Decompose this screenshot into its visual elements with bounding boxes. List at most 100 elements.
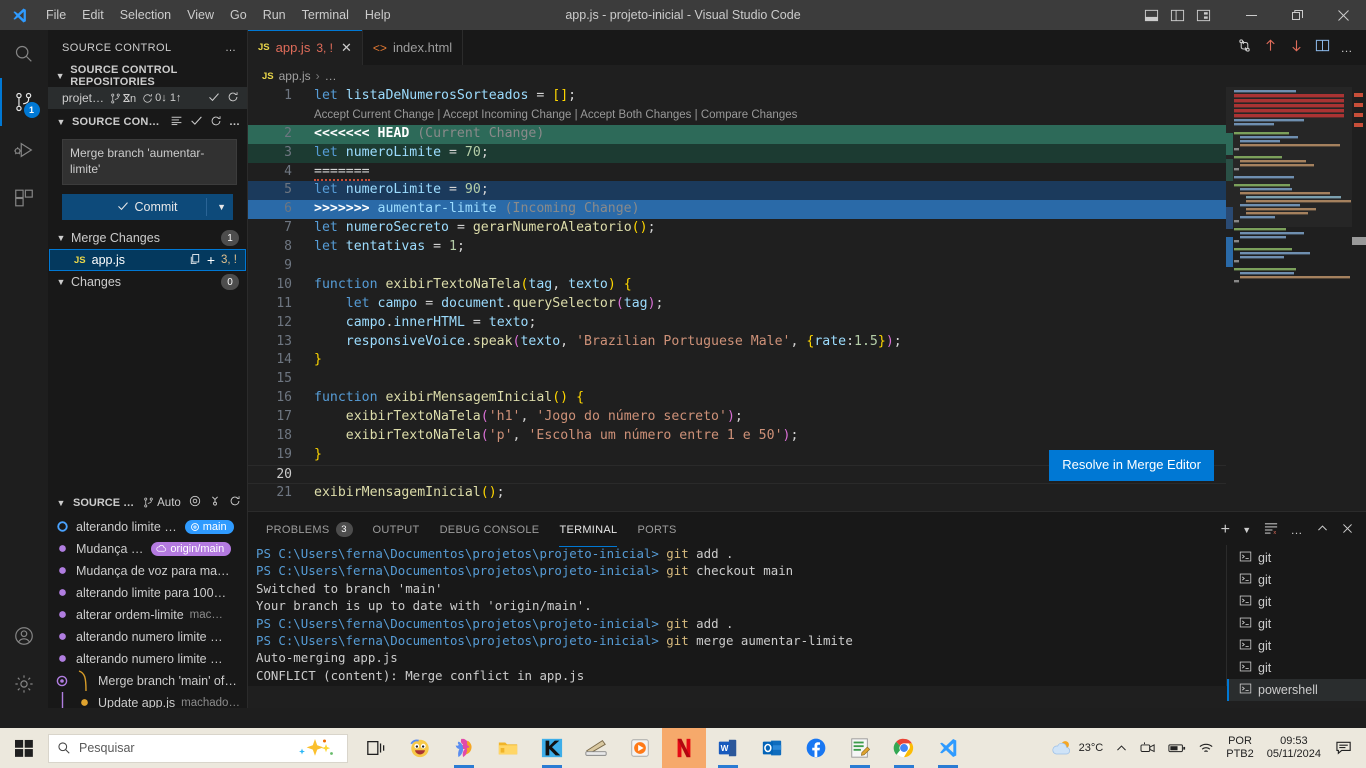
taskbar-search-box[interactable]: Pesquisar (48, 733, 348, 763)
tab-app-js[interactable]: JS app.js 3, ! ✕ (248, 30, 363, 65)
code-line-17[interactable]: 17 exibirTextoNaTela('h1', 'Jogo do núme… (248, 408, 1226, 427)
panel-actions[interactable]: + ▼ x … (1221, 521, 1366, 539)
customize-layout-icon[interactable] (1192, 4, 1214, 26)
menu-file[interactable]: File (38, 4, 74, 26)
menu-bar[interactable]: File Edit Selection View Go Run Terminal… (38, 4, 399, 26)
activity-source-control[interactable]: 1 (0, 78, 48, 126)
terminal-tab-powershell[interactable]: powershell (1227, 679, 1366, 701)
tray-camera-icon[interactable] (1134, 741, 1162, 755)
panel-tab-debug-console[interactable]: DEBUG CONSOLE (430, 512, 550, 547)
netflix-icon[interactable] (662, 728, 706, 768)
source-control-compare-icon[interactable] (1237, 38, 1252, 58)
code-line-11[interactable]: 11 let campo = document.querySelector(ta… (248, 295, 1226, 314)
notepad-icon[interactable] (838, 728, 882, 768)
commit-row[interactable]: alterando limite para 100… (48, 582, 247, 604)
graph-refresh-icon[interactable] (229, 495, 241, 510)
terminal-tab-git-1[interactable]: git (1227, 547, 1366, 569)
commit-row[interactable]: alterando numero limite … (48, 626, 247, 648)
vscode-icon[interactable] (926, 728, 970, 768)
section-source-control-graph[interactable]: ▼ SOURCE … Auto (48, 492, 247, 514)
panel-tab-terminal[interactable]: TERMINAL (549, 512, 627, 547)
graph-fetch-icon[interactable] (209, 495, 221, 510)
activity-extensions[interactable] (0, 174, 48, 222)
tray-clock[interactable]: 09:53 05/11/2024 (1259, 735, 1329, 761)
breadcrumb-file[interactable]: app.js (279, 69, 311, 83)
emoji-app-icon[interactable] (398, 728, 442, 768)
code-line-4[interactable]: 4 ======= (248, 163, 1226, 182)
arrow-down-icon[interactable] (1289, 38, 1304, 58)
task-view-icon[interactable] (354, 728, 398, 768)
sync-status[interactable]: 0↓ 1↑ (142, 92, 181, 104)
section-source-control-repositories[interactable]: ▼ SOURCE CONTROL REPOSITORIES (48, 64, 247, 88)
terminal-tab-git-6[interactable]: git (1227, 657, 1366, 679)
codelens-compare[interactable]: Compare Changes (701, 109, 798, 121)
copilot-icon[interactable] (442, 728, 486, 768)
breadcrumb[interactable]: JS app.js › … (248, 65, 1366, 87)
resolve-in-merge-editor-button[interactable]: Resolve in Merge Editor (1049, 450, 1214, 481)
clear-terminal-icon[interactable]: x (1264, 521, 1279, 539)
editor-more-actions-icon[interactable]: … (1341, 41, 1355, 55)
scm-file-actions[interactable]: + 3, ! (189, 253, 237, 268)
code-line-21[interactable]: 21 exibirMensagemInicial(); (248, 484, 1226, 503)
branch-chip-origin-main[interactable]: origin/main (151, 541, 232, 556)
tray-chevron-up-icon[interactable] (1109, 742, 1134, 755)
maximize-panel-icon[interactable] (1316, 522, 1329, 538)
menu-run[interactable]: Run (255, 4, 294, 26)
branch-chip-main[interactable]: main (184, 519, 234, 534)
weather-widget[interactable]: 23°C (1044, 738, 1110, 758)
graph-actions[interactable] (189, 495, 241, 510)
scm-file-app-js[interactable]: JS app.js + 3, ! (49, 249, 246, 271)
group-merge-changes[interactable]: ▼ Merge Changes 1 (48, 227, 247, 249)
code-line-16[interactable]: 16 function exibirMensagemInicial() { (248, 389, 1226, 408)
repo-refresh-icon[interactable] (227, 91, 239, 106)
code-line-8[interactable]: 8 let tentativas = 1; (248, 238, 1226, 257)
group-changes[interactable]: ▼ Changes 0 (48, 271, 247, 293)
stage-changes-icon[interactable]: + (207, 253, 215, 267)
panel-tab-problems[interactable]: PROBLEMS 3 (256, 512, 363, 547)
file-explorer-icon[interactable] (486, 728, 530, 768)
split-editor-icon[interactable] (1315, 38, 1330, 58)
menu-edit[interactable]: Edit (74, 4, 112, 26)
terminal-tab-git-2[interactable]: git (1227, 569, 1366, 591)
scm-refresh-icon[interactable] (210, 115, 222, 130)
menu-help[interactable]: Help (357, 4, 399, 26)
toggle-primary-sidebar-icon[interactable] (1140, 4, 1162, 26)
code-line-7[interactable]: 7 let numeroSecreto = gerarNumeroAleatori… (248, 219, 1226, 238)
commit-row[interactable]: Mudança … origin/main (48, 538, 247, 560)
code-line-15[interactable]: 15 (248, 370, 1226, 389)
commit-row[interactable]: alterando limite … main (48, 516, 247, 538)
code-line-14[interactable]: 14} (248, 351, 1226, 370)
tray-wifi-icon[interactable] (1192, 741, 1221, 755)
code-line-2[interactable]: 2 <<<<<<< HEAD (Current Change) (248, 124, 1226, 144)
merge-conflict-codelens[interactable]: Accept Current Change | Accept Incoming … (248, 106, 1226, 125)
terminal-dropdown-icon[interactable]: ▼ (1242, 525, 1251, 535)
code-lines[interactable]: 1 let listaDeNumerosSorteados = []; Accep… (248, 87, 1226, 533)
view-as-list-icon[interactable] (170, 114, 183, 130)
commit-row[interactable]: alterando numero limite … (48, 648, 247, 670)
copilot-sparkle-icon[interactable] (293, 738, 339, 763)
code-line-10[interactable]: 10 function exibirTextoNaTela(tag, texto)… (248, 276, 1226, 295)
code-line-9[interactable]: 9 (248, 257, 1226, 276)
panel-more-actions-icon[interactable]: … (1291, 523, 1305, 537)
tab-close-icon[interactable]: ✕ (341, 40, 352, 56)
repo-commit-check-icon[interactable] (208, 91, 220, 106)
breadcrumb-symbol[interactable]: … (325, 69, 337, 83)
new-terminal-icon[interactable]: + (1221, 521, 1231, 537)
scm-commit-check-icon[interactable] (190, 114, 203, 130)
commit-row[interactable]: alterar ordem-limite mac… (48, 604, 247, 626)
repository-row[interactable]: projet… ⴵn 0↓ 1↑ (48, 87, 247, 109)
terminal-output[interactable]: PS C:\Users\ferna\Documentos\projetos\pr… (256, 545, 1218, 684)
window-close-button[interactable] (1320, 0, 1366, 30)
activity-accounts[interactable] (0, 612, 48, 660)
commit-graph-list[interactable]: alterando limite … main Mudança … origin… (48, 514, 247, 708)
activity-manage-gear-icon[interactable] (0, 660, 48, 708)
code-editor[interactable]: 1 let listaDeNumerosSorteados = []; Accep… (248, 87, 1366, 533)
activity-search[interactable] (0, 30, 48, 78)
kdenlive-icon[interactable] (530, 728, 574, 768)
menu-view[interactable]: View (179, 4, 222, 26)
tray-battery-icon[interactable] (1162, 741, 1192, 755)
commit-button[interactable]: Commit ▼ (62, 194, 233, 220)
tab-index-html[interactable]: <> index.html (362, 30, 464, 65)
panel-tab-ports[interactable]: PORTS (627, 512, 686, 547)
commit-message-input[interactable]: Merge branch 'aumentar-limite' (62, 139, 237, 185)
